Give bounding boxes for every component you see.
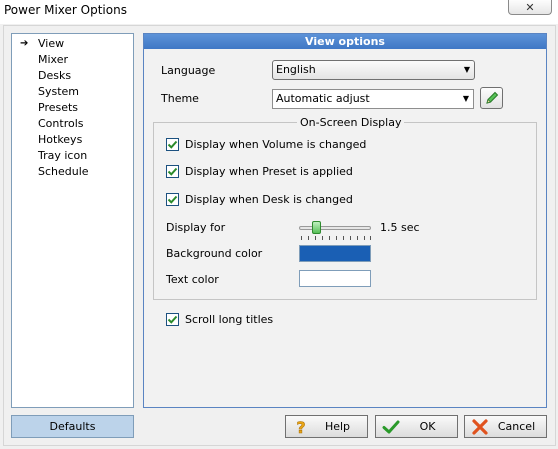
scroll-long-titles-label: Scroll long titles (185, 313, 274, 326)
background-color-swatch[interactable] (299, 245, 371, 262)
pencil-icon (485, 91, 498, 104)
sidebar-item-label: Schedule (38, 165, 89, 178)
sidebar-item-label: Desks (38, 69, 72, 82)
checkmark-icon (167, 315, 178, 324)
language-label: Language (161, 64, 216, 77)
help-button[interactable]: ? Help (285, 415, 368, 438)
cross-icon (472, 419, 488, 435)
osd-group-title: On-Screen Display (297, 116, 405, 130)
text-color-label: Text color (166, 273, 219, 286)
sidebar-item-view[interactable]: ➔ View (12, 36, 132, 52)
sidebar-item-desks[interactable]: Desks (12, 68, 132, 84)
svg-text:?: ? (296, 418, 305, 436)
cancel-button[interactable]: Cancel (464, 415, 547, 438)
display-for-label: Display for (166, 221, 226, 234)
sidebar-item-controls[interactable]: Controls (12, 116, 132, 132)
preset-applied-label: Display when Preset is applied (185, 165, 353, 178)
panel-header: View options (144, 34, 546, 49)
chevron-down-icon: ▼ (463, 65, 470, 74)
checkmark-icon (167, 167, 178, 176)
edit-theme-button[interactable] (480, 87, 503, 109)
background-color-label: Background color (166, 247, 263, 260)
sidebar-item-label: Tray icon (38, 149, 88, 162)
selected-arrow-icon: ➔ (20, 38, 29, 49)
desk-changed-checkbox[interactable] (166, 193, 179, 206)
sidebar-item-label: Hotkeys (38, 133, 83, 146)
sidebar-item-label: Controls (38, 117, 84, 130)
title-bar: Power Mixer Options ✕ (0, 0, 558, 24)
defaults-label: Defaults (49, 420, 96, 433)
sidebar-item-presets[interactable]: Presets (12, 100, 132, 116)
language-select[interactable]: English ▼ (272, 60, 475, 80)
cancel-label: Cancel (497, 420, 536, 433)
preset-applied-checkbox[interactable] (166, 165, 179, 178)
theme-value: Automatic adjust (276, 92, 370, 105)
volume-changed-checkbox[interactable] (166, 138, 179, 151)
slider-ticks (301, 236, 371, 241)
sidebar-item-tray-icon[interactable]: Tray icon (12, 148, 132, 164)
checkmark-icon (167, 195, 178, 204)
volume-changed-label: Display when Volume is changed (185, 138, 367, 151)
help-label: Help (324, 420, 351, 433)
scroll-long-titles-checkbox[interactable] (166, 313, 179, 326)
sidebar-item-schedule[interactable]: Schedule (12, 164, 132, 180)
chevron-down-icon: ▼ (462, 94, 469, 103)
check-icon (382, 420, 400, 434)
sidebar-item-mixer[interactable]: Mixer (12, 52, 132, 68)
display-for-value: 1.5 sec (380, 221, 420, 234)
sidebar-item-hotkeys[interactable]: Hotkeys (12, 132, 132, 148)
sidebar-item-label: System (38, 85, 80, 98)
help-icon: ? (296, 418, 306, 436)
sidebar-nav: ➔ View Mixer Desks System Presets Contro… (11, 33, 134, 408)
defaults-button[interactable]: Defaults (11, 415, 134, 438)
close-button[interactable]: ✕ (508, 0, 552, 15)
ok-label: OK (419, 420, 436, 433)
checkmark-icon (167, 140, 178, 149)
display-for-slider-track[interactable] (299, 226, 371, 230)
display-for-slider-handle[interactable] (311, 221, 321, 234)
theme-select[interactable]: Automatic adjust ▼ (272, 89, 474, 109)
ok-button[interactable]: OK (375, 415, 458, 438)
sidebar-item-label: View (38, 37, 65, 50)
window-title: Power Mixer Options (4, 3, 127, 17)
desk-changed-label: Display when Desk is changed (185, 193, 353, 206)
close-icon: ✕ (525, 0, 535, 14)
language-value: English (276, 63, 316, 76)
sidebar-item-label: Mixer (38, 53, 69, 66)
theme-label: Theme (161, 92, 199, 105)
text-color-swatch[interactable] (299, 270, 371, 287)
sidebar-item-label: Presets (38, 101, 79, 114)
sidebar-item-system[interactable]: System (12, 84, 132, 100)
